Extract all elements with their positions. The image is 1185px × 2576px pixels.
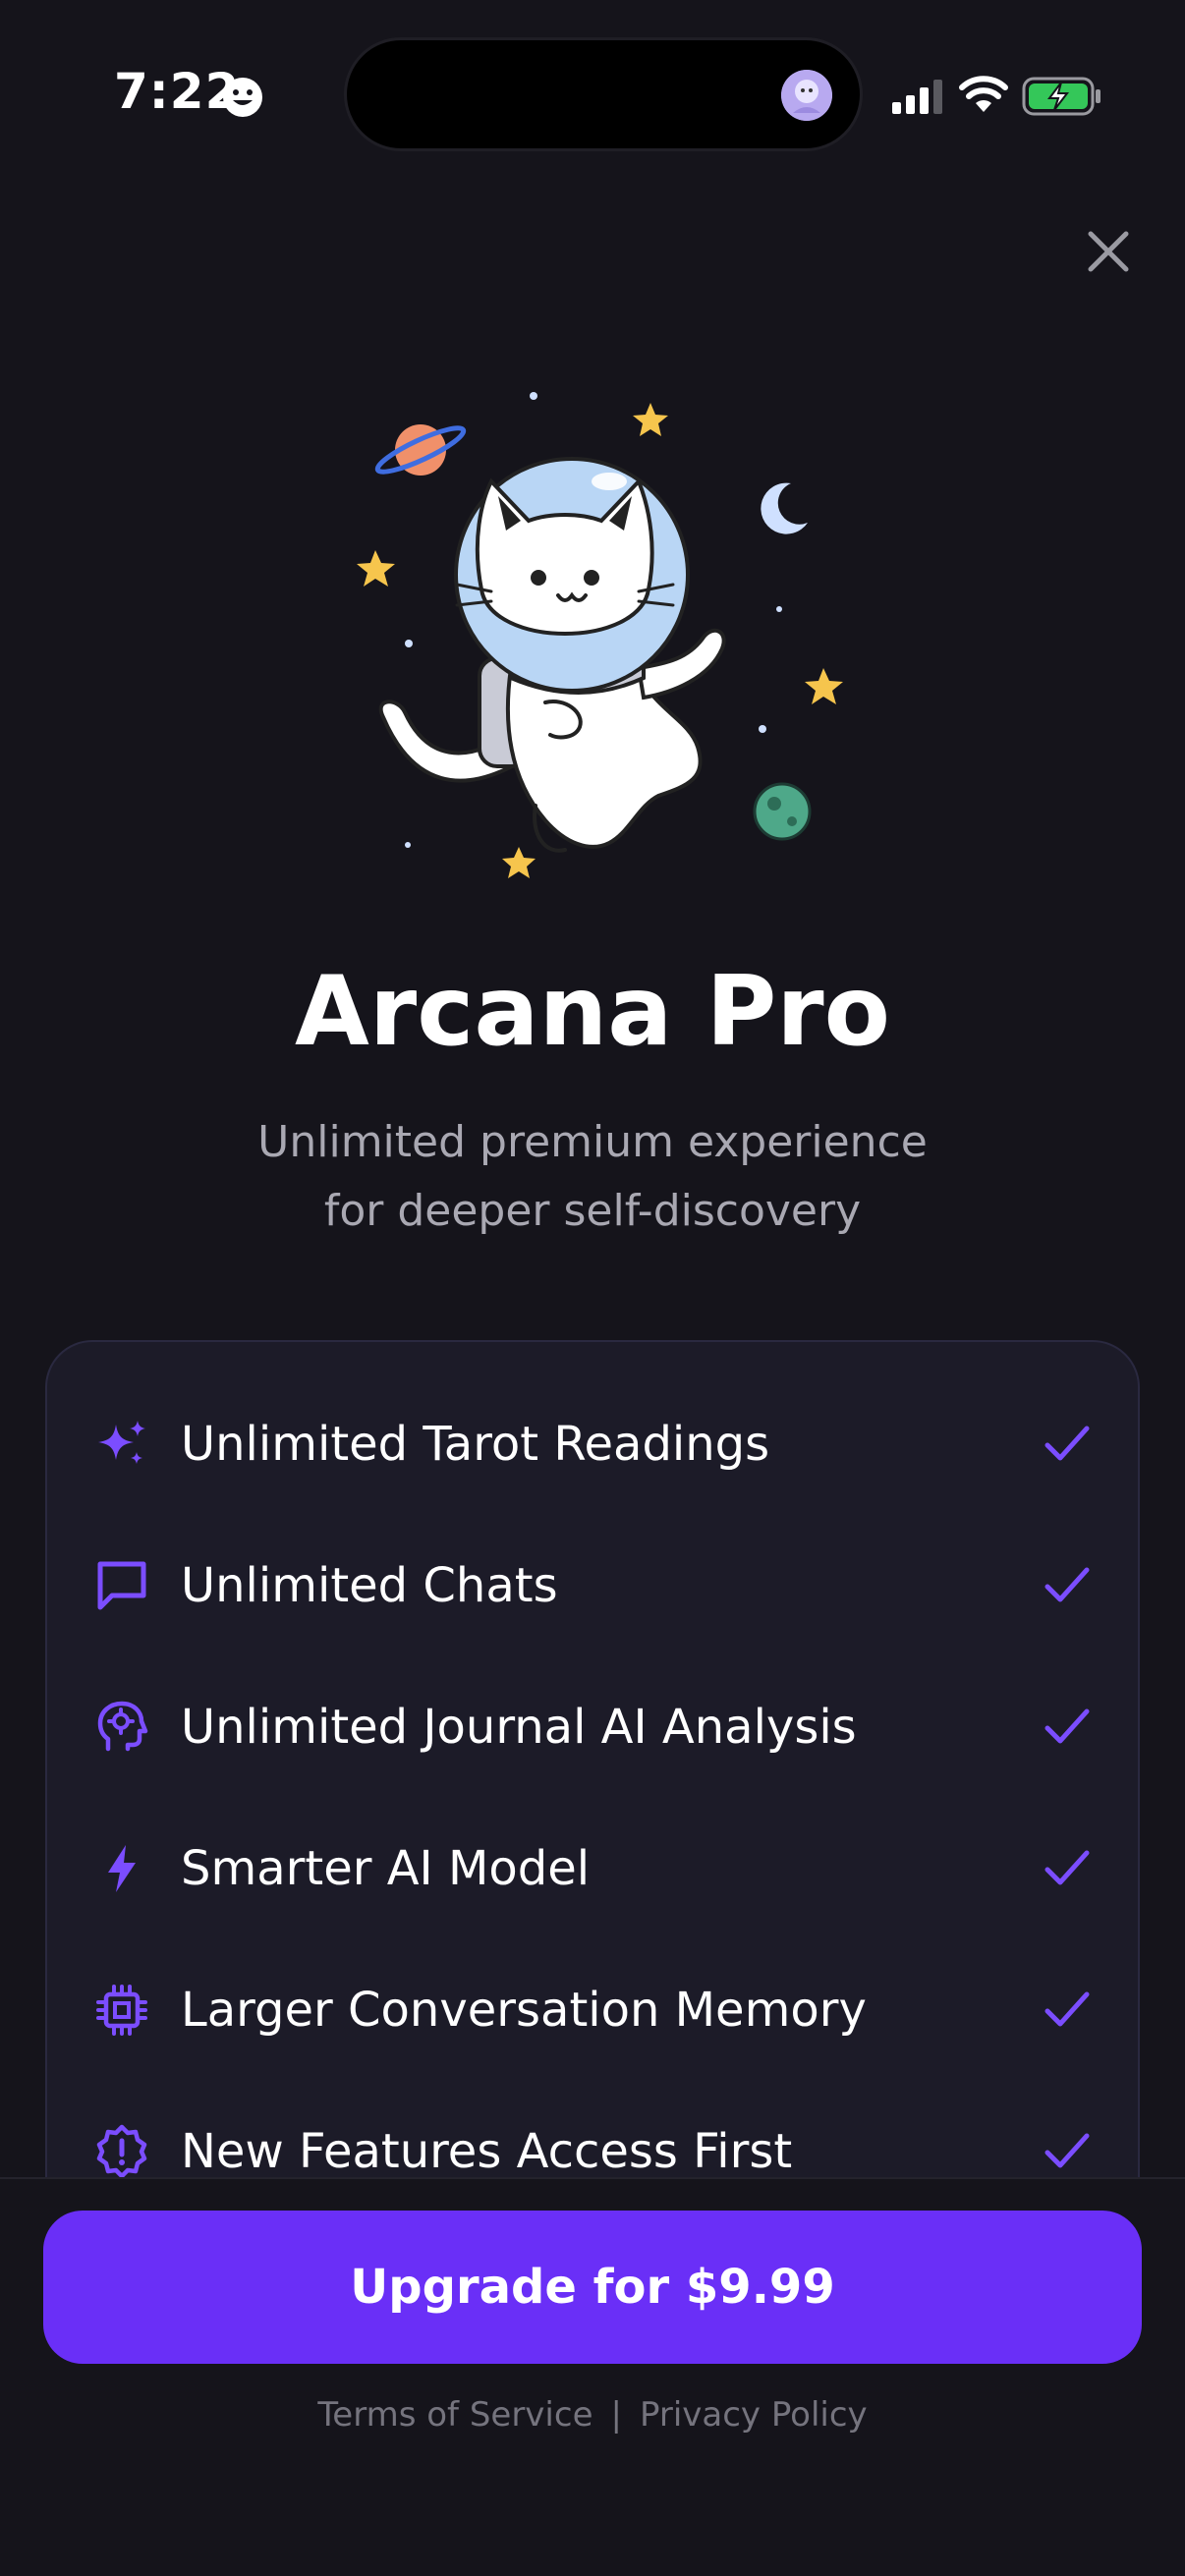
check-icon (1044, 1991, 1090, 2027)
smiley-face-icon (223, 78, 262, 117)
feature-label: Larger Conversation Memory (181, 1983, 867, 2038)
feature-row-memory: Larger Conversation Memory (47, 1955, 1138, 2063)
island-avatar-icon (781, 70, 832, 121)
subtitle-line-1: Unlimited premium experience (257, 1117, 928, 1167)
ringed-planet-icon (374, 424, 467, 476)
astronaut-cat-illustration (357, 392, 843, 878)
privacy-policy-link[interactable]: Privacy Policy (640, 2395, 868, 2435)
close-icon (1088, 231, 1129, 272)
battery-charging-icon (1022, 77, 1100, 116)
wifi-icon (959, 76, 1008, 112)
check-icon (1044, 1708, 1090, 1744)
bottom-cta-panel: Upgrade for $9.99 Terms of Service | Priva… (0, 2177, 1185, 2576)
feature-row-unlimited-tarot: Unlimited Tarot Readings (47, 1389, 1138, 1497)
check-icon (1044, 1567, 1090, 1602)
feature-row-journal-analysis: Unlimited Journal AI Analysis (47, 1672, 1138, 1780)
status-bar: 7:22 (0, 0, 1185, 196)
terms-of-service-link[interactable]: Terms of Service (317, 2395, 592, 2435)
check-icon (1044, 1850, 1090, 1885)
feature-label: Unlimited Chats (181, 1558, 558, 1613)
earth-icon (753, 782, 812, 841)
feature-row-unlimited-chats: Unlimited Chats (47, 1531, 1138, 1639)
upgrade-button[interactable]: Upgrade for $9.99 (43, 2211, 1142, 2364)
chat-bubble-icon (94, 1558, 149, 1613)
check-icon (1044, 2133, 1090, 2168)
cpu-chip-icon (94, 1983, 149, 2038)
sparkles-icon (94, 1417, 149, 1472)
features-list: Unlimited Tarot Readings Unlimited Chats… (45, 1340, 1140, 2323)
dynamic-island (344, 37, 863, 151)
page-subtitle: Unlimited premium experience for deeper … (0, 1108, 1185, 1246)
feature-label: Smarter AI Model (181, 1841, 591, 1896)
moon-icon (761, 482, 808, 534)
cellular-signal-icon (892, 80, 942, 114)
lightning-icon (94, 1841, 149, 1896)
brain-head-icon (94, 1700, 149, 1755)
feature-label: New Features Access First (181, 2124, 793, 2179)
legal-separator: | (610, 2395, 622, 2435)
page-title: Arcana Pro (295, 956, 890, 1068)
check-icon (1044, 1426, 1090, 1461)
subtitle-line-2: for deeper self-discovery (323, 1186, 862, 1236)
feature-label: Unlimited Tarot Readings (181, 1417, 770, 1472)
badge-alert-icon (94, 2124, 149, 2179)
feature-label: Unlimited Journal AI Analysis (181, 1700, 857, 1755)
close-button[interactable] (1079, 222, 1138, 281)
feature-row-smarter-model: Smarter AI Model (47, 1814, 1138, 1922)
legal-links: Terms of Service | Privacy Policy (0, 2395, 1185, 2435)
